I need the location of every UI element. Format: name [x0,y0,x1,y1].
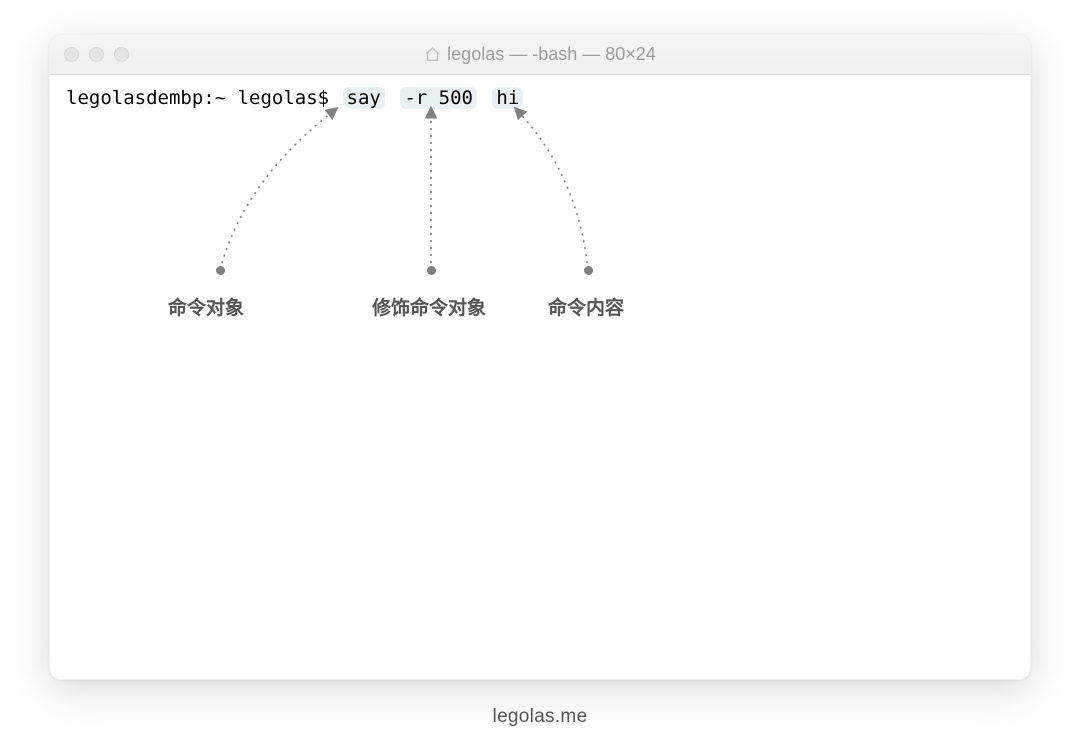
annotation-arrows [50,75,1031,680]
window-titlebar: legolas — -bash — 80×24 [50,35,1030,75]
terminal-body[interactable]: legolasdembp:~ legolas$ say -r 500 hi 命 [50,75,1030,679]
annotation-dot-right [584,266,593,275]
annotation-dot-left [216,266,225,275]
home-icon [424,46,441,63]
prompt-line: legolasdembp:~ legolas$ say -r 500 hi [66,87,1014,109]
annotation-label-left: 命令对象 [168,293,244,320]
command-arg: hi [492,87,523,109]
annotation-dot-middle [427,266,436,275]
minimize-button[interactable] [89,47,104,62]
maximize-button[interactable] [114,47,129,62]
annotation-label-middle: 修饰命令对象 [372,293,486,320]
prompt-text: legolasdembp:~ legolas$ [66,87,341,109]
footer-text: legolas.me [0,706,1080,728]
close-button[interactable] [64,47,79,62]
annotation-label-right: 命令内容 [548,293,624,320]
window-title: legolas — -bash — 80×24 [50,44,1030,65]
terminal-window: legolas — -bash — 80×24 legolasdembp:~ l… [49,34,1031,680]
annotations-overlay: 命令对象 修饰命令对象 命令内容 [50,75,1030,679]
window-title-text: legolas — -bash — 80×24 [447,44,656,65]
window-controls [64,47,129,62]
command-flag: -r 500 [400,87,477,109]
command-name: say [343,87,385,109]
